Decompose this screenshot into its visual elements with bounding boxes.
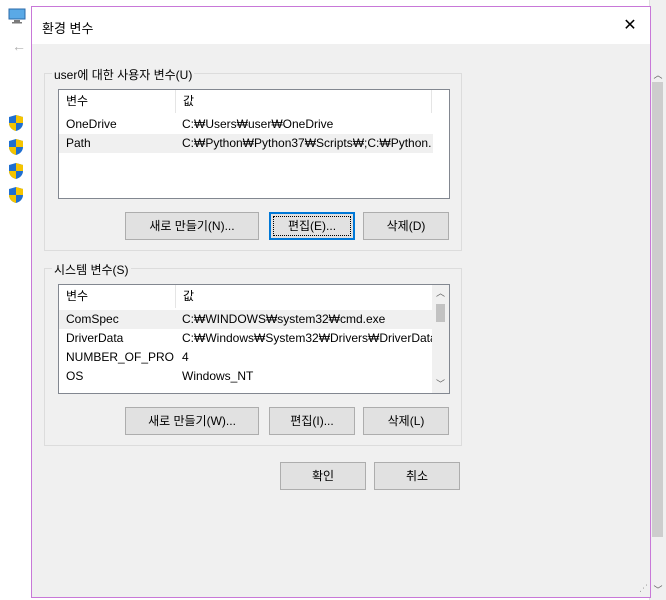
user-delete-button[interactable]: 삭제(D) — [363, 212, 449, 240]
resize-grip-icon[interactable]: ⋰ — [639, 583, 648, 594]
computer-icon — [8, 8, 26, 24]
shield-icon — [9, 115, 23, 131]
variable-name-cell: NUMBER_OF_PRO... — [66, 350, 174, 364]
shield-icon — [9, 163, 23, 179]
user-edit-button[interactable]: 편집(E)... — [269, 212, 355, 240]
variable-value-cell: 4 — [182, 350, 189, 364]
table-row[interactable]: DriverData C:₩Windows₩System32₩Drivers₩D… — [59, 329, 433, 348]
shield-icon — [9, 187, 23, 203]
variable-name-cell: DriverData — [66, 331, 124, 345]
variable-value-cell: C:₩Python₩Python37₩Scripts₩;C:₩Python... — [182, 136, 432, 150]
chevron-up-icon[interactable]: ︿ — [651, 68, 665, 82]
dialog-title: 환경 변수 — [42, 21, 94, 36]
table-row[interactable]: ComSpec C:₩WINDOWS₩system32₩cmd.exe — [59, 310, 433, 329]
variable-name-cell: ComSpec — [66, 312, 119, 326]
column-header-value[interactable]: 값 — [176, 90, 432, 113]
variable-value-cell: Windows_NT — [182, 369, 254, 383]
close-button[interactable]: ✕ — [616, 13, 644, 39]
table-row[interactable]: Path C:₩Python₩Python37₩Scripts₩;C:₩Pyth… — [59, 134, 433, 153]
user-variables-group: user에 대한 사용자 변수(U) 변수 값 OneDrive C:₩User… — [44, 66, 462, 251]
column-header-value[interactable]: 값 — [176, 285, 432, 308]
column-header-variable[interactable]: 변수 — [59, 90, 176, 113]
variable-name-cell: Path — [66, 136, 91, 150]
user-new-button[interactable]: 새로 만들기(N)... — [125, 212, 259, 240]
system-variables-label: 시스템 변수(S) — [52, 261, 131, 278]
environment-variables-dialog: 환경 변수 ✕ user에 대한 사용자 변수(U) 변수 값 OneDrive… — [31, 6, 651, 598]
shield-icon — [9, 139, 23, 155]
scroll-down-icon[interactable]: ﹀ — [432, 376, 449, 393]
system-variables-list[interactable]: 변수 값 ComSpec C:₩WINDOWS₩system32₩cmd.exe… — [58, 284, 450, 394]
list-header: 변수 값 — [59, 90, 449, 113]
background-window-left: ← — [0, 0, 30, 600]
variable-name-cell: OS — [66, 369, 84, 383]
list-header: 변수 값 — [59, 285, 432, 308]
user-variables-list[interactable]: 변수 값 OneDrive C:₩Users₩user₩OneDrive Pat… — [58, 89, 450, 199]
system-delete-button[interactable]: 삭제(L) — [363, 407, 449, 435]
system-edit-button[interactable]: 편집(I)... — [269, 407, 355, 435]
title-bar: 환경 변수 ✕ — [32, 7, 650, 44]
cancel-button[interactable]: 취소 — [374, 462, 460, 490]
system-variables-group: 시스템 변수(S) 변수 값 ComSpec C:₩WINDOWS₩system… — [44, 261, 462, 446]
user-variables-label: user에 대한 사용자 변수(U) — [52, 66, 195, 83]
variable-value-cell: C:₩WINDOWS₩system32₩cmd.exe — [182, 312, 386, 326]
variable-value-cell: C:₩Windows₩System32₩Drivers₩DriverData — [182, 331, 432, 345]
ok-button[interactable]: 확인 — [280, 462, 366, 490]
variable-value-cell: C:₩Users₩user₩OneDrive — [182, 117, 334, 131]
column-header-variable[interactable]: 변수 — [59, 285, 176, 308]
chevron-down-icon[interactable]: ﹀ — [651, 583, 665, 597]
system-new-button[interactable]: 새로 만들기(W)... — [125, 407, 259, 435]
background-scroll-thumb[interactable] — [652, 82, 663, 537]
table-row[interactable]: OS Windows_NT — [59, 367, 433, 386]
table-row[interactable]: NUMBER_OF_PRO... 4 — [59, 348, 433, 367]
vertical-scrollbar[interactable]: ︿ ﹀ — [432, 285, 449, 393]
back-arrow-icon[interactable]: ← — [12, 38, 26, 54]
scroll-up-icon[interactable]: ︿ — [432, 285, 449, 302]
table-row[interactable]: OneDrive C:₩Users₩user₩OneDrive — [59, 115, 433, 134]
variable-name-cell: OneDrive — [66, 117, 117, 131]
scroll-thumb[interactable] — [436, 304, 445, 322]
